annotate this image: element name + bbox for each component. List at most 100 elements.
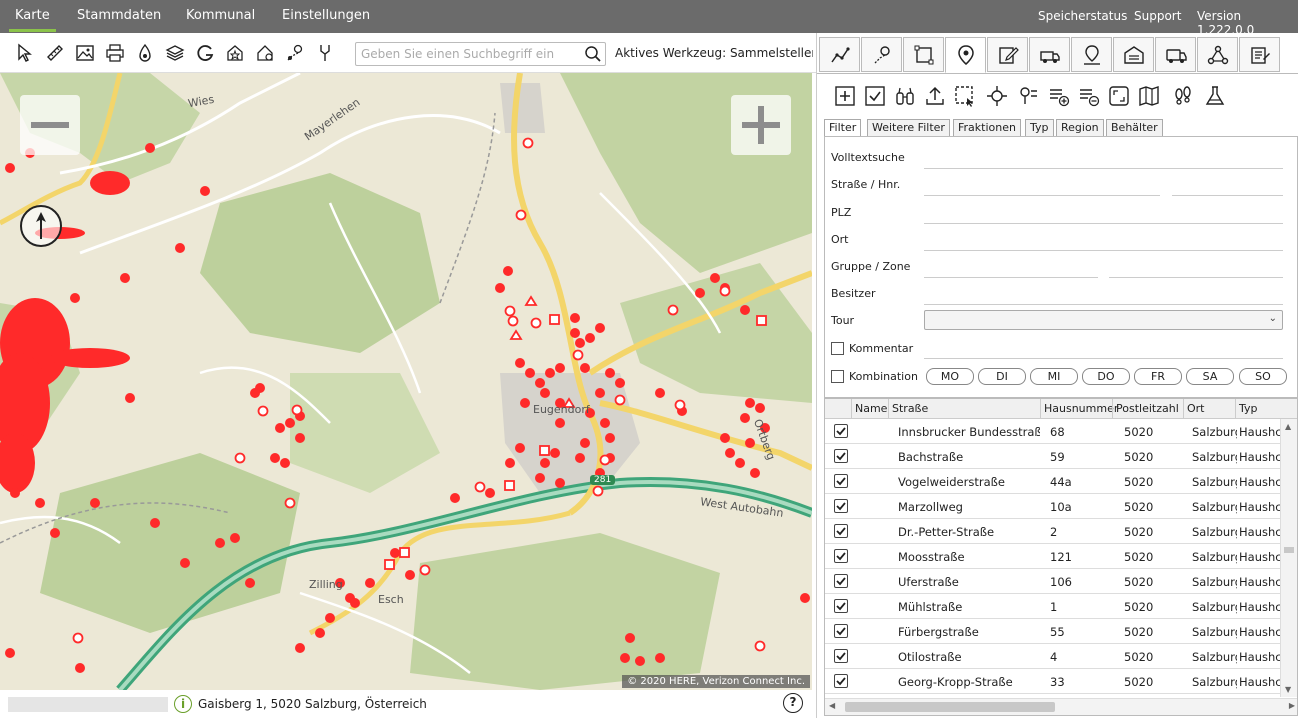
nav-karte[interactable]: Karte bbox=[9, 8, 56, 32]
day-button-fr[interactable]: FR bbox=[1134, 368, 1182, 385]
storage-status-link[interactable]: Speicherstatus bbox=[1038, 9, 1127, 23]
comment-input[interactable] bbox=[924, 358, 1283, 359]
vertical-scrollbar[interactable]: ▲ ▼ bbox=[1280, 419, 1297, 697]
street-input[interactable] bbox=[924, 195, 1160, 196]
tab-vehicle[interactable] bbox=[1155, 37, 1196, 72]
printer-icon[interactable] bbox=[104, 42, 126, 64]
col-postleitzahl[interactable]: Postleitzahl bbox=[1116, 402, 1179, 415]
pointer-icon[interactable] bbox=[14, 42, 36, 64]
tour-select[interactable]: ⌄ bbox=[924, 310, 1283, 330]
table-row[interactable]: Otilostraße 4 5020 Salzburg Haushc bbox=[825, 644, 1281, 669]
day-button-so[interactable]: SO bbox=[1239, 368, 1287, 385]
table-row[interactable]: Dr.-Petter-Straße 2 5020 Salzburg Haushc bbox=[825, 519, 1281, 544]
owner-input[interactable] bbox=[924, 304, 1283, 305]
row-checkbox[interactable] bbox=[834, 524, 848, 538]
tab-select-area[interactable] bbox=[903, 37, 944, 72]
horizontal-scrollbar[interactable]: ◀ ▶ bbox=[825, 698, 1297, 715]
collection-point-markers[interactable] bbox=[0, 73, 812, 690]
col-name[interactable]: Name bbox=[855, 402, 887, 415]
home-pin-icon[interactable] bbox=[254, 42, 276, 64]
marker-scattered[interactable] bbox=[5, 266, 810, 673]
binoculars-button[interactable] bbox=[893, 84, 917, 108]
day-button-do[interactable]: DO bbox=[1082, 368, 1130, 385]
row-checkbox[interactable] bbox=[834, 499, 848, 513]
frame-button[interactable] bbox=[1107, 84, 1131, 108]
group-input[interactable] bbox=[924, 277, 1098, 278]
col-strasse[interactable]: Straße bbox=[892, 402, 928, 415]
tab-location[interactable] bbox=[945, 37, 986, 73]
search-icon[interactable] bbox=[584, 45, 602, 63]
tab-fraktionen[interactable]: Fraktionen bbox=[953, 119, 1021, 137]
row-checkbox[interactable] bbox=[834, 624, 848, 638]
vertical-scroll-thumb[interactable] bbox=[1284, 547, 1294, 553]
row-checkbox[interactable] bbox=[834, 424, 848, 438]
map-canvas[interactable]: Wies Mayerlehen Eugendorf West Autobahn … bbox=[0, 73, 812, 690]
zoom-in-button[interactable] bbox=[731, 95, 791, 155]
nav-kommunal[interactable]: Kommunal bbox=[186, 8, 255, 23]
tool-fork-icon[interactable] bbox=[314, 42, 336, 64]
nav-stammdaten[interactable]: Stammdaten bbox=[77, 8, 161, 23]
fire-hydrant-icon[interactable] bbox=[134, 42, 156, 64]
table-row[interactable]: Vogelweiderstraße 44a 5020 Salzburg Haushc bbox=[825, 469, 1281, 494]
table-row[interactable]: Georg-Kropp-Straße 33 5020 Salzburg Haushc bbox=[825, 669, 1281, 694]
row-checkbox[interactable] bbox=[834, 674, 848, 688]
scroll-left-icon[interactable]: ◀ bbox=[829, 701, 835, 710]
row-checkbox[interactable] bbox=[834, 649, 848, 663]
table-row[interactable]: Fürbergstraße 55 5020 Salzburg Haushc bbox=[825, 619, 1281, 644]
tags-button[interactable] bbox=[1017, 84, 1041, 108]
tab-edit-doc[interactable] bbox=[987, 37, 1028, 72]
move-button[interactable] bbox=[985, 84, 1009, 108]
table-row[interactable]: Innsbrucker Bundesstraße 68 5020 Salzburg Ha… bbox=[825, 419, 1281, 444]
col-typ[interactable]: Typ bbox=[1239, 402, 1258, 415]
list-remove-button[interactable] bbox=[1077, 84, 1101, 108]
layers-icon[interactable] bbox=[164, 42, 186, 64]
scroll-up-icon[interactable]: ▲ bbox=[1285, 422, 1291, 431]
tab-truck[interactable] bbox=[1029, 37, 1070, 72]
day-button-mo[interactable]: MO bbox=[926, 368, 974, 385]
plz-input[interactable] bbox=[924, 223, 1283, 224]
support-link[interactable]: Support bbox=[1134, 9, 1181, 23]
marker-cluster-west[interactable] bbox=[0, 143, 210, 538]
add-button[interactable] bbox=[833, 84, 857, 108]
help-icon[interactable]: ? bbox=[783, 693, 803, 713]
star-house-icon[interactable] bbox=[224, 42, 246, 64]
row-checkbox[interactable] bbox=[834, 449, 848, 463]
tab-chart[interactable] bbox=[819, 37, 860, 72]
combination-checkbox[interactable] bbox=[831, 370, 844, 383]
list-add-button[interactable] bbox=[1047, 84, 1071, 108]
image-icon[interactable] bbox=[74, 42, 96, 64]
day-button-sa[interactable]: SA bbox=[1186, 368, 1234, 385]
day-button-di[interactable]: DI bbox=[978, 368, 1026, 385]
table-row[interactable]: Mühlstraße 1 5020 Salzburg Haushc bbox=[825, 594, 1281, 619]
zoom-out-button[interactable] bbox=[20, 95, 80, 155]
search-input[interactable] bbox=[356, 43, 576, 65]
table-row[interactable]: Moosstraße 121 5020 Salzburg Haushc bbox=[825, 544, 1281, 569]
scroll-right-icon[interactable]: ▶ bbox=[1289, 701, 1295, 710]
flask-button[interactable] bbox=[1203, 84, 1227, 108]
fulltext-input[interactable] bbox=[924, 168, 1283, 169]
upload-button[interactable] bbox=[923, 84, 947, 108]
compass-north-button[interactable] bbox=[20, 205, 62, 247]
route-pins-icon[interactable] bbox=[284, 42, 306, 64]
tab-map-pin[interactable] bbox=[1071, 37, 1112, 72]
tab-behaelter[interactable]: Behälter bbox=[1106, 119, 1163, 137]
tab-route[interactable] bbox=[861, 37, 902, 72]
tab-weitere-filter[interactable]: Weitere Filter bbox=[867, 119, 950, 137]
ruler-icon[interactable] bbox=[44, 42, 66, 64]
tab-filter[interactable]: Filter bbox=[824, 119, 862, 137]
housenumber-input[interactable] bbox=[1172, 195, 1283, 196]
row-checkbox[interactable] bbox=[834, 474, 848, 488]
row-checkbox[interactable] bbox=[834, 574, 848, 588]
table-row[interactable]: Uferstraße 106 5020 Salzburg Haushc bbox=[825, 569, 1281, 594]
select-dashed-button[interactable] bbox=[953, 84, 977, 108]
scroll-down-icon[interactable]: ▼ bbox=[1285, 685, 1291, 694]
col-hausnummer[interactable]: Hausnummer bbox=[1044, 402, 1118, 415]
row-checkbox[interactable] bbox=[834, 549, 848, 563]
ort-input[interactable] bbox=[924, 250, 1283, 251]
tab-typ[interactable]: Typ bbox=[1025, 119, 1054, 137]
table-row[interactable]: Marzollweg 10a 5020 Salzburg Haushc bbox=[825, 494, 1281, 519]
day-button-mi[interactable]: MI bbox=[1030, 368, 1078, 385]
search-field[interactable] bbox=[355, 42, 606, 66]
tab-depot[interactable] bbox=[1113, 37, 1154, 72]
comment-checkbox[interactable] bbox=[831, 342, 844, 355]
